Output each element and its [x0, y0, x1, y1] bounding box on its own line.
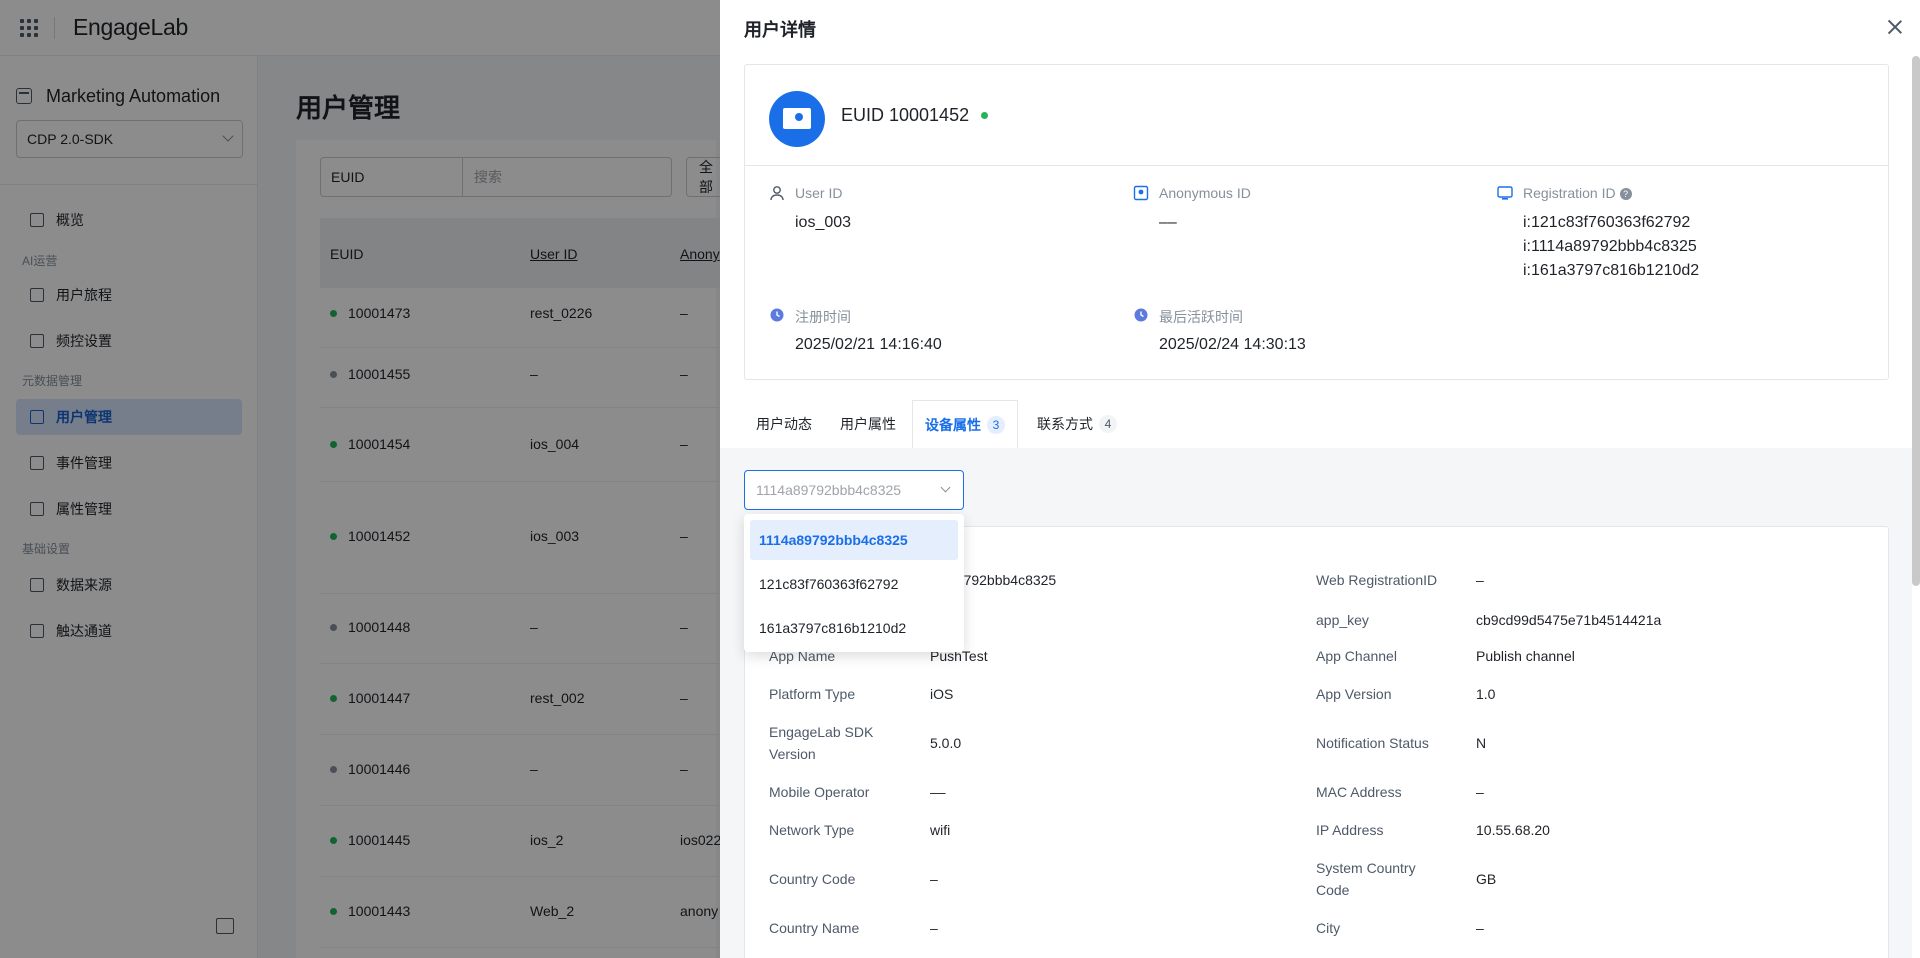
- registration-id-label: Registration ID?: [1523, 185, 1632, 201]
- device-select-value: 1114a89792bbb4c8325: [756, 482, 902, 498]
- ip-address-label: IP Address: [1316, 822, 1384, 838]
- country-name-label: Country Name: [769, 920, 860, 936]
- notification-status-value: N: [1476, 735, 1487, 751]
- clock-icon: [770, 308, 784, 322]
- country-code-label: Country Code: [769, 871, 856, 887]
- device-icon: [1497, 186, 1513, 200]
- anonymous-icon: [1133, 185, 1149, 201]
- mobile-operator-value: ––: [930, 784, 946, 800]
- user-info-header: EUID 10001452: [745, 65, 1888, 166]
- sdk-version-label: EngageLab SDK Version: [769, 724, 874, 762]
- mac-address-value: –: [1476, 784, 1484, 800]
- app-key-label: app_key: [1316, 612, 1369, 628]
- scrollbar[interactable]: [1912, 56, 1920, 586]
- country-code-value: –: [930, 871, 938, 887]
- signup-time-value: 2025/02/21 14:16:40: [795, 336, 942, 353]
- network-type-label: Network Type: [769, 822, 855, 838]
- system-country-code-label: System Country Code: [1316, 860, 1416, 898]
- drawer-title: 用户详情: [744, 20, 816, 40]
- count-badge: 3: [987, 415, 1005, 434]
- system-country-code-value: GB: [1476, 871, 1497, 887]
- network-type-value: wifi: [930, 822, 951, 838]
- tab-label: 设备属性: [925, 416, 981, 433]
- registration-id-label-text: Registration ID: [1523, 185, 1616, 201]
- anonymous-id-label: Anonymous ID: [1159, 185, 1251, 201]
- tab-user-attributes[interactable]: 用户属性: [840, 400, 896, 448]
- user-id-value: ios_003: [795, 214, 852, 231]
- device-option[interactable]: 1114a89792bbb4c8325: [750, 520, 958, 560]
- avatar: [769, 91, 825, 147]
- mac-address-label: MAC Address: [1316, 784, 1402, 800]
- registration-id-value-1: i:121c83f760363f62792: [1523, 214, 1691, 231]
- app-key-value: cb9cd99d5475e71b4514421a: [1476, 612, 1662, 628]
- ip-address-value: 10.55.68.20: [1476, 822, 1550, 838]
- user-info-card: EUID 10001452 User ID ios_003 Anonymous …: [744, 64, 1889, 380]
- last-active-label: 最后活跃时间: [1159, 309, 1243, 325]
- user-icon: [770, 186, 784, 201]
- app-channel-value: Publish channel: [1476, 648, 1575, 664]
- app-version-label: App Version: [1316, 686, 1392, 702]
- device-dropdown-menu: 1114a89792bbb4c8325 121c83f760363f62792 …: [744, 514, 964, 652]
- tab-label: 联系方式: [1037, 416, 1093, 432]
- last-active-value: 2025/02/24 14:30:13: [1159, 336, 1306, 353]
- country-name-value: –: [930, 920, 938, 936]
- device-select[interactable]: 1114a89792bbb4c8325: [744, 470, 964, 510]
- signup-time-label: 注册时间: [795, 309, 851, 325]
- device-option[interactable]: 121c83f760363f62792: [750, 564, 958, 604]
- tab-contact[interactable]: 联系方式 4: [1037, 400, 1117, 448]
- platform-type-value: iOS: [930, 686, 954, 702]
- tab-label: 用户动态: [756, 416, 812, 432]
- tab-label: 用户属性: [840, 416, 896, 432]
- registration-id-value-3: i:161a3797c816b1210d2: [1523, 262, 1700, 279]
- online-status-dot: [981, 112, 988, 119]
- web-registration-id-label: Web RegistrationID: [1316, 572, 1438, 588]
- app-channel-label: App Channel: [1316, 648, 1397, 664]
- city-label: City: [1316, 920, 1341, 936]
- close-icon[interactable]: [1886, 18, 1904, 36]
- registration-id-value-2: i:1114a89792bbb4c8325: [1523, 238, 1697, 255]
- sdk-version-value: 5.0.0: [930, 735, 962, 751]
- registration-id-value: 89792bbb4c8325: [948, 572, 1057, 588]
- platform-type-label: Platform Type: [769, 686, 856, 702]
- tab-user-activity[interactable]: 用户动态: [756, 400, 812, 448]
- anonymous-id-value: ––: [1159, 214, 1177, 231]
- tab-device-attributes[interactable]: 设备属性 3: [912, 400, 1018, 448]
- user-id-label: User ID: [795, 185, 843, 201]
- user-detail-drawer: 用户详情 EUID 10001452 User ID ios_003 Anony…: [720, 0, 1920, 958]
- help-icon[interactable]: ?: [1619, 188, 1632, 200]
- device-option[interactable]: 161a3797c816b1210d2: [750, 608, 958, 648]
- euid-title: EUID 10001452: [841, 105, 970, 125]
- activity-clock-icon: [1134, 308, 1148, 322]
- count-badge: 4: [1099, 415, 1117, 433]
- mobile-operator-label: Mobile Operator: [769, 784, 870, 800]
- notification-status-label: Notification Status: [1316, 735, 1429, 751]
- web-registration-id-value: –: [1476, 572, 1484, 588]
- city-value: –: [1476, 920, 1484, 936]
- chevron-down-icon: [940, 482, 951, 493]
- app-version-value: 1.0: [1476, 686, 1496, 702]
